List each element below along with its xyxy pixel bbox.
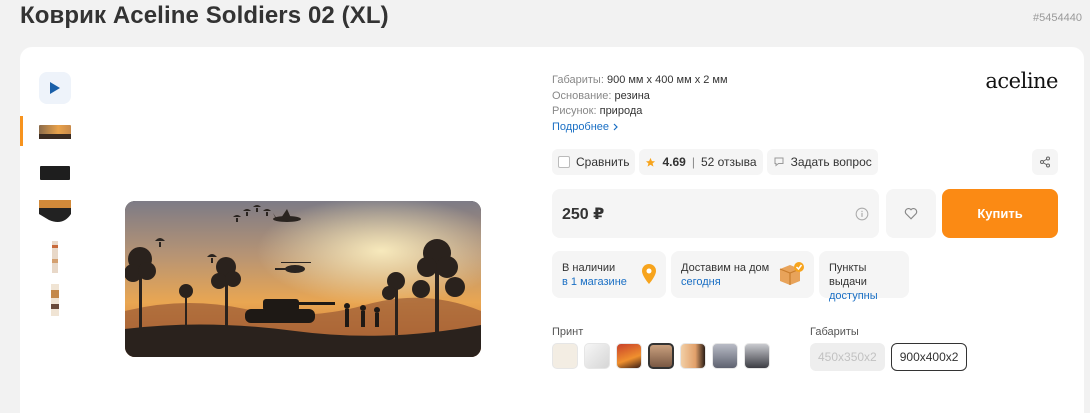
product-card: Габариты: 900 мм x 400 мм x 2 мм Основан…	[20, 47, 1084, 413]
spec-row: Габариты: 900 мм x 400 мм x 2 мм	[552, 73, 728, 89]
spec-label: Основание:	[552, 89, 612, 102]
compare-checkbox[interactable]	[558, 156, 570, 168]
size-option-list: 450x350x2 900x400x2	[810, 343, 968, 371]
spec-row: Рисунок: природа	[552, 104, 728, 120]
buy-button[interactable]: Купить	[942, 189, 1058, 238]
chevron-right-icon	[613, 123, 618, 131]
spec-value: резина	[614, 89, 650, 102]
brand-logo[interactable]: aceline	[985, 69, 1058, 93]
more-details-link[interactable]: Подробнее	[552, 120, 618, 136]
print-swatch[interactable]	[584, 343, 610, 369]
availability-delivery[interactable]: Доставим на дом сегодня	[671, 251, 814, 298]
print-swatch[interactable]	[744, 343, 770, 369]
video-play-button[interactable]	[39, 72, 71, 104]
size-option-selected[interactable]: 900x400x2	[890, 343, 968, 371]
wishlist-button[interactable]	[886, 189, 936, 238]
thumbnail-3[interactable]	[39, 197, 71, 229]
star-icon	[646, 157, 656, 167]
print-swatch[interactable]	[680, 343, 706, 369]
rating-separator: |	[691, 155, 695, 169]
product-code: #5454440	[1033, 12, 1082, 24]
spec-value: природа	[599, 105, 643, 117]
ask-question-label: Задать вопрос	[790, 155, 872, 169]
print-swatch[interactable]	[552, 343, 578, 369]
thumbnail-4[interactable]	[39, 241, 71, 273]
availability-pickup[interactable]: Пункты выдачи доступны	[819, 251, 909, 302]
thumbnail-1[interactable]	[39, 116, 71, 148]
action-bar: Сравнить 4.69 | 52 отзыва Задать вопрос	[552, 149, 878, 175]
play-icon	[50, 82, 60, 94]
product-main-image[interactable]	[125, 201, 481, 357]
spec-label: Рисунок:	[552, 105, 597, 117]
size-section-label: Габариты	[810, 326, 859, 338]
print-swatch-selected[interactable]	[648, 343, 674, 369]
spec-label: Габариты:	[552, 74, 604, 86]
compare-button[interactable]: Сравнить	[552, 149, 636, 175]
product-price: 250 ₽	[562, 205, 605, 223]
print-swatch[interactable]	[616, 343, 642, 369]
map-pin-icon	[642, 264, 656, 284]
availability-pickup-label: Пункты выдачи	[829, 262, 867, 288]
availability-stores[interactable]: В наличии в 1 магазине	[552, 251, 666, 298]
share-button[interactable]	[1032, 149, 1058, 175]
share-icon	[1040, 156, 1050, 168]
thumbnail-5[interactable]	[39, 284, 71, 316]
print-swatch[interactable]	[712, 343, 738, 369]
spec-list: Габариты: 900 мм x 400 мм x 2 мм Основан…	[552, 73, 728, 135]
thumbnail-2[interactable]	[39, 157, 71, 189]
spec-value: 900 мм x 400 мм x 2 мм	[606, 74, 728, 86]
active-thumbnail-indicator	[20, 116, 23, 146]
more-details-label: Подробнее	[552, 120, 610, 133]
availability-pickup-link[interactable]: доступны	[829, 289, 899, 303]
compare-label: Сравнить	[576, 155, 630, 169]
spec-row: Основание: резина	[552, 89, 728, 105]
product-title: Коврик Aceline Soldiers 02 (XL)	[20, 2, 389, 29]
print-section-label: Принт	[552, 326, 584, 338]
reviews-count: 52 отзыва	[700, 155, 757, 169]
rating-value: 4.69	[662, 155, 686, 169]
size-option[interactable]: 450x350x2	[810, 343, 885, 371]
info-icon[interactable]	[855, 207, 869, 221]
heart-icon	[904, 207, 918, 220]
chat-bubble-icon	[774, 157, 784, 167]
price-box: 250 ₽	[552, 189, 879, 238]
ask-question-button[interactable]: Задать вопрос	[766, 149, 878, 175]
delivery-box-icon	[779, 262, 804, 285]
print-swatch-list	[552, 343, 770, 369]
rating-button[interactable]: 4.69 | 52 отзыва	[639, 149, 763, 175]
